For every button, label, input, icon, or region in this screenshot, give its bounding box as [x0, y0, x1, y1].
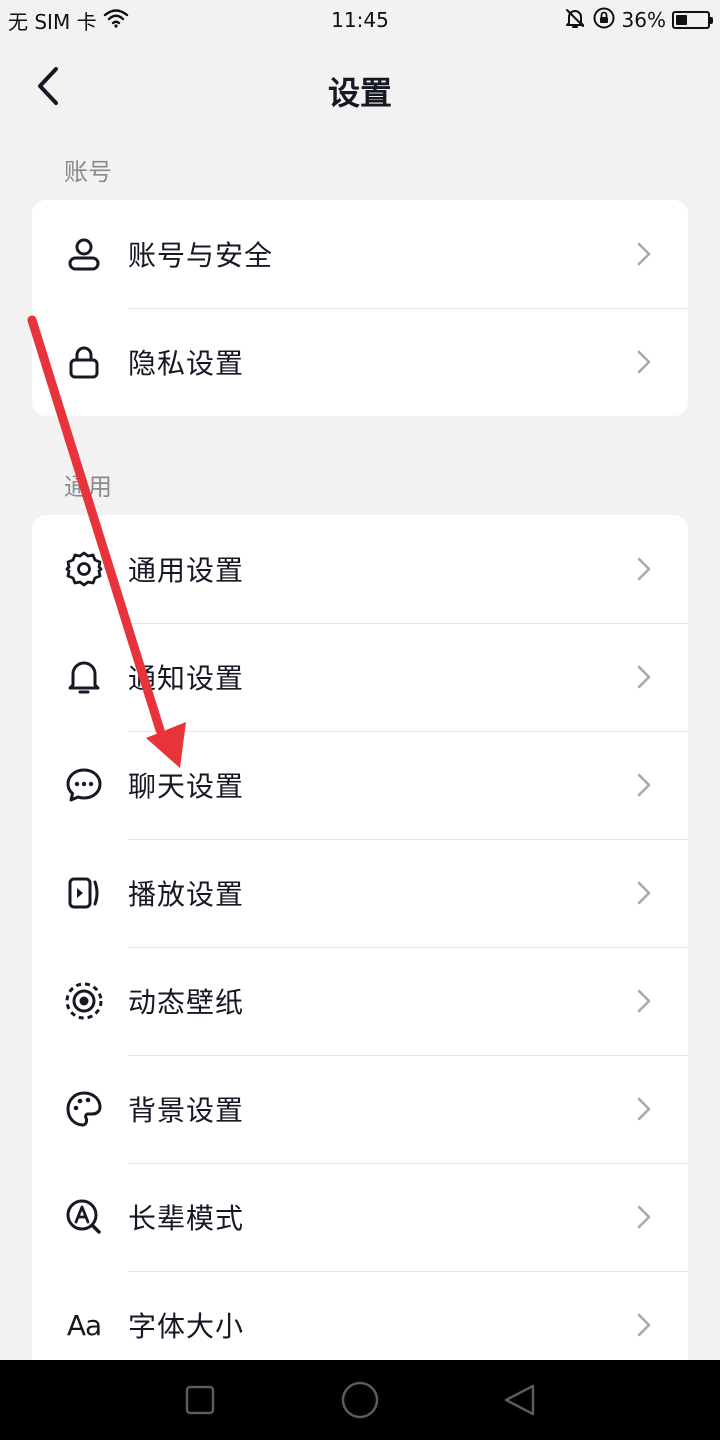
- font-size-icon: Aa: [32, 1271, 128, 1360]
- navigation-bar: [0, 1360, 720, 1440]
- header: 设置: [0, 50, 720, 130]
- rotation-lock-icon: [592, 6, 616, 35]
- row-label: 隐私设置: [128, 347, 245, 380]
- chevron-right-icon: [624, 1055, 688, 1163]
- row-label: 背景设置: [128, 1094, 245, 1127]
- account-card: 账号与安全 隐私设置: [32, 200, 688, 416]
- elder-mode-icon: [32, 1163, 128, 1271]
- battery-level: [676, 15, 687, 25]
- status-left: 无 SIM 卡: [8, 6, 129, 35]
- section-label-general: 通用: [64, 473, 112, 501]
- row-label: 播放设置: [128, 878, 245, 911]
- gear-icon: [32, 515, 128, 623]
- chevron-right-icon: [624, 839, 688, 947]
- carrier-text: 无 SIM 卡: [8, 9, 97, 34]
- row-label: 通用设置: [128, 554, 245, 587]
- section-label-account: 账号: [64, 158, 112, 186]
- row-label: 通知设置: [128, 662, 245, 695]
- chevron-right-icon: [624, 1271, 688, 1360]
- battery-icon: [672, 11, 713, 29]
- row-elder-mode[interactable]: 长辈模式: [32, 1163, 688, 1271]
- row-live-wallpaper[interactable]: 动态壁纸: [32, 947, 688, 1055]
- chevron-right-icon: [624, 308, 688, 416]
- home-circle-icon[interactable]: [330, 1370, 390, 1430]
- mute-bell-icon: [564, 7, 586, 34]
- page-title: 设置: [327, 74, 392, 112]
- row-playback-settings[interactable]: 播放设置: [32, 839, 688, 947]
- row-general-settings[interactable]: 通用设置: [32, 515, 688, 623]
- chevron-right-icon: [624, 515, 688, 623]
- live-wallpaper-icon: [32, 947, 128, 1055]
- row-label: 账号与安全: [128, 239, 274, 272]
- row-notification-settings[interactable]: 通知设置: [32, 623, 688, 731]
- chevron-right-icon: [624, 623, 688, 731]
- row-label: 字体大小: [128, 1310, 245, 1343]
- chevron-right-icon: [624, 947, 688, 1055]
- bell-icon: [32, 623, 128, 731]
- battery-text: 36%: [621, 8, 666, 32]
- font-size-icon-text: Aa: [66, 1308, 102, 1342]
- lock-icon: [32, 308, 128, 416]
- chevron-right-icon: [624, 1163, 688, 1271]
- row-chat-settings[interactable]: 聊天设置: [32, 731, 688, 839]
- back-triangle-icon[interactable]: [490, 1370, 550, 1430]
- row-background-settings[interactable]: 背景设置: [32, 1055, 688, 1163]
- chevron-right-icon: [624, 731, 688, 839]
- row-font-size[interactable]: Aa 字体大小: [32, 1271, 688, 1360]
- status-right: 36%: [564, 6, 713, 35]
- chevron-right-icon: [624, 200, 688, 308]
- row-privacy-settings[interactable]: 隐私设置: [32, 308, 688, 416]
- status-bar: 无 SIM 卡 11:45 36%: [0, 0, 720, 40]
- palette-icon: [32, 1055, 128, 1163]
- row-account-security[interactable]: 账号与安全: [32, 200, 688, 308]
- recents-square-icon[interactable]: [170, 1370, 230, 1430]
- play-screen-icon: [32, 839, 128, 947]
- row-label: 长辈模式: [128, 1202, 245, 1235]
- chat-bubble-icon: [32, 731, 128, 839]
- wifi-icon: [103, 8, 129, 33]
- row-label: 聊天设置: [128, 770, 245, 803]
- general-card: 通用设置 通知设置 聊天设置 播放设置 动态壁纸 背景设置 长辈模式 Aa 字体…: [32, 515, 688, 1360]
- person-icon: [32, 200, 128, 308]
- row-label: 动态壁纸: [128, 986, 245, 1019]
